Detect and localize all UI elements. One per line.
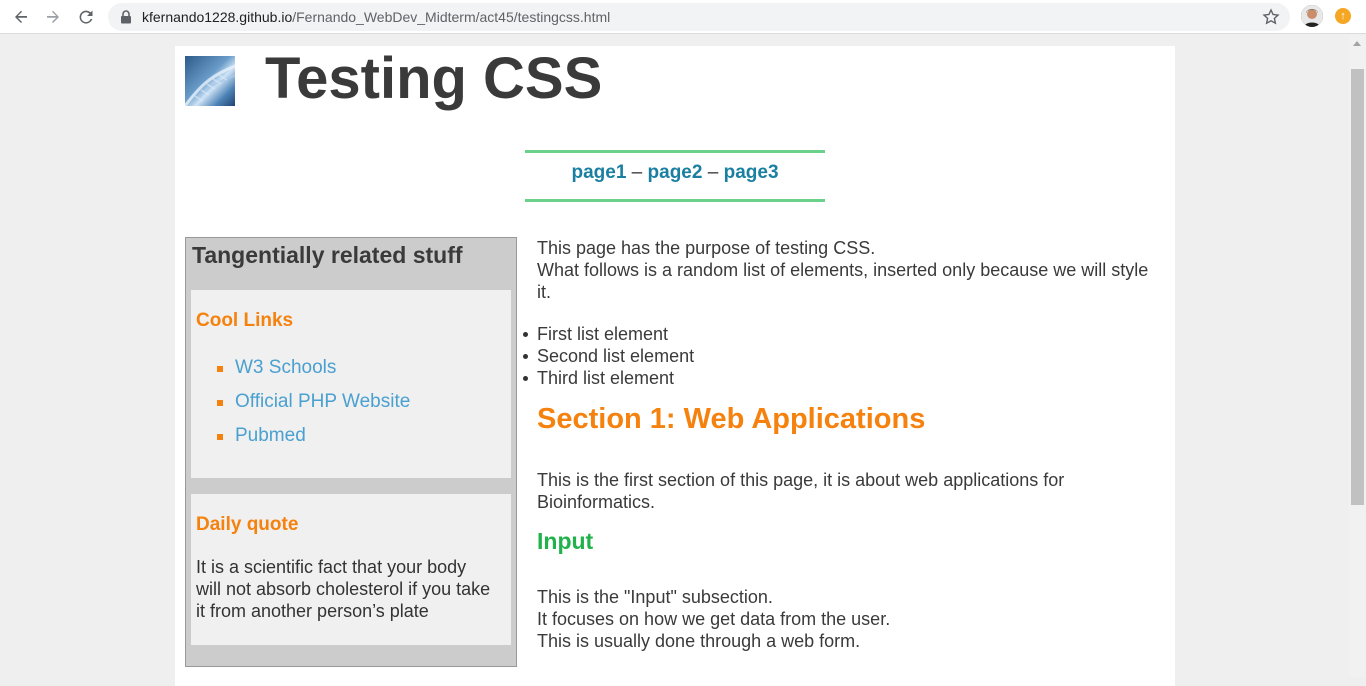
extension-icon[interactable]: ↑ xyxy=(1335,8,1351,24)
avatar[interactable] xyxy=(1301,5,1323,27)
intro-line-2: What follows is a random list of element… xyxy=(537,260,1149,302)
dna-logo-icon xyxy=(185,56,235,106)
top-navigation: page1 – page2 – page3 xyxy=(525,150,825,202)
scroll-up-arrow-icon[interactable] xyxy=(1353,41,1361,46)
list-item: Pubmed xyxy=(217,424,410,458)
daily-quote-text: It is a scientific fact that your body w… xyxy=(196,557,491,621)
url-text: kfernando1228.github.io/Fernando_WebDev_… xyxy=(142,9,610,25)
bullet-icon xyxy=(523,376,528,381)
back-icon[interactable] xyxy=(10,6,32,28)
scrollbar[interactable] xyxy=(1349,35,1366,677)
intro-line-1: This page has the purpose of testing CSS… xyxy=(537,238,876,258)
lock-icon xyxy=(120,10,132,29)
link-w3schools[interactable]: W3 Schools xyxy=(235,357,336,378)
daily-quote-heading: Daily quote xyxy=(196,514,299,535)
input-line-3: This is usually done through a web form. xyxy=(537,631,861,651)
browser-toolbar: kfernando1228.github.io/Fernando_WebDev_… xyxy=(0,0,1366,34)
section-1-heading: Section 1: Web Applications xyxy=(537,403,926,435)
page-title: Testing CSS xyxy=(265,46,603,111)
bullet-icon xyxy=(523,354,528,359)
scroll-thumb[interactable] xyxy=(1351,69,1364,505)
input-subsection-text: This is the "Input" subsection. It focus… xyxy=(537,586,1157,652)
page-container: Testing CSS page1 – page2 – page3 Tangen… xyxy=(175,46,1175,686)
cool-links-heading: Cool Links xyxy=(196,310,294,331)
sidebar-heading: Tangentially related stuff xyxy=(192,242,463,268)
url-host: kfernando1228.github.io xyxy=(142,9,293,25)
nav-link-page2[interactable]: page2 xyxy=(648,162,703,183)
url-path: /Fernando_WebDev_Midterm/act45/testingcs… xyxy=(292,9,611,25)
square-bullet-icon xyxy=(217,366,223,372)
sidebar: Tangentially related stuff Cool Links W3… xyxy=(185,237,517,667)
input-subsection-heading: Input xyxy=(537,528,594,554)
forward-icon[interactable] xyxy=(42,6,64,28)
list-item: W3 Schools xyxy=(217,356,410,390)
list-item: Third list element xyxy=(523,367,694,389)
square-bullet-icon xyxy=(217,400,223,406)
reload-icon[interactable] xyxy=(75,6,97,28)
cool-links-list: W3 Schools Official PHP Website Pubmed xyxy=(217,356,410,458)
bullet-icon xyxy=(523,332,528,337)
nav-link-page1[interactable]: page1 xyxy=(571,162,626,183)
list-item: Second list element xyxy=(523,345,695,367)
link-php[interactable]: Official PHP Website xyxy=(235,391,410,412)
list-item-text: First list element xyxy=(537,324,669,344)
nav-link-page3[interactable]: page3 xyxy=(724,162,779,183)
list-item: First list element xyxy=(523,323,694,345)
daily-quote-box: Daily quote It is a scientific fact that… xyxy=(191,494,511,645)
list-item-text: Third list element xyxy=(537,368,675,388)
list-item: Official PHP Website xyxy=(217,390,410,424)
list-item-text: Second list element xyxy=(537,346,695,366)
intro-paragraph: This page has the purpose of testing CSS… xyxy=(537,237,1157,303)
nav-separator: – xyxy=(631,162,643,183)
link-pubmed[interactable]: Pubmed xyxy=(235,425,306,446)
star-icon[interactable] xyxy=(1262,8,1280,31)
cool-links-box: Cool Links W3 Schools Official PHP Websi… xyxy=(191,290,511,478)
nav-separator: – xyxy=(707,162,719,183)
address-bar[interactable]: kfernando1228.github.io/Fernando_WebDev_… xyxy=(108,3,1290,31)
section-1-text: This is the first section of this page, … xyxy=(537,470,1065,512)
element-list: First list element Second list element T… xyxy=(523,323,695,389)
square-bullet-icon xyxy=(217,434,223,440)
input-line-2: It focuses on how we get data from the u… xyxy=(537,609,891,629)
input-line-1: This is the "Input" subsection. xyxy=(537,587,773,607)
